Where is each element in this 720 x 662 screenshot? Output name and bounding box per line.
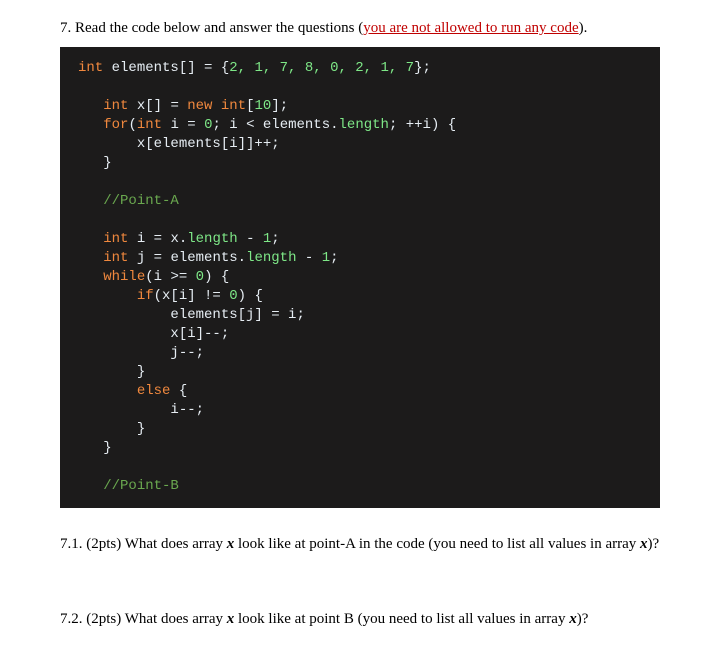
code-prop: length — [339, 117, 389, 133]
code-text: { — [170, 383, 187, 399]
code-text: ; — [271, 231, 279, 247]
code-text: x[i]--; — [170, 326, 229, 342]
code-text: ; i < elements. — [212, 117, 338, 133]
code-num: 0 — [196, 269, 204, 285]
q72-var2: x — [569, 611, 577, 627]
code-text — [212, 98, 220, 114]
q71-suffix: look like at point-A in the code (you ne… — [234, 536, 640, 552]
code-kw: new — [187, 98, 212, 114]
q72-prefix: 7.2. (2pts) What does array — [60, 611, 227, 627]
code-text: ) { — [238, 288, 263, 304]
code-kw: else — [137, 383, 171, 399]
code-text: } — [103, 155, 111, 171]
code-num: 0 — [229, 288, 237, 304]
q71-var2: x — [640, 536, 648, 552]
intro-nocode: you are not allowed to run any code — [363, 20, 578, 36]
code-text: } — [103, 440, 111, 456]
q72-end: )? — [577, 611, 589, 627]
code-num: 10 — [255, 98, 272, 114]
code-kw: int — [103, 98, 128, 114]
code-text: (i >= — [145, 269, 195, 285]
q71-end: )? — [648, 536, 660, 552]
code-text: elements[j] = i; — [170, 307, 304, 323]
code-comment: //Point-B — [103, 478, 179, 494]
q72-suffix: look like at point B (you need to list a… — [234, 611, 569, 627]
question-7-1: 7.1. (2pts) What does array x look like … — [60, 536, 660, 553]
code-num: 2, 1, 7, 8, 0, 2, 1, 7 — [229, 60, 414, 76]
code-kw: int — [103, 250, 128, 266]
q71-prefix: 7.1. (2pts) What does array — [60, 536, 227, 552]
question-intro: 7. Read the code below and answer the qu… — [60, 20, 660, 37]
code-text: i = — [162, 117, 204, 133]
code-text: - — [238, 231, 263, 247]
code-text: ; ++i) { — [389, 117, 456, 133]
code-block: int elements[] = {2, 1, 7, 8, 0, 2, 1, 7… — [60, 47, 660, 508]
code-kw: int — [137, 117, 162, 133]
code-text: ; — [330, 250, 338, 266]
code-text: } — [137, 364, 145, 380]
code-text: ]; — [271, 98, 288, 114]
code-comment: //Point-A — [103, 193, 179, 209]
code-kw: if — [137, 288, 154, 304]
code-prop: length — [187, 231, 237, 247]
code-text: x[elements[i]]++; — [137, 136, 280, 152]
code-text: (x[i] != — [154, 288, 230, 304]
code-num: 1 — [322, 250, 330, 266]
code-kw: while — [103, 269, 145, 285]
code-kw: int — [78, 60, 103, 76]
code-text: i = x. — [128, 231, 187, 247]
code-kw: int — [103, 231, 128, 247]
code-text: i--; — [170, 402, 204, 418]
code-text: ( — [128, 117, 136, 133]
code-text: }; — [414, 60, 431, 76]
code-kw: for — [103, 117, 128, 133]
code-text: x[] = — [128, 98, 187, 114]
code-text: j = elements. — [128, 250, 246, 266]
intro-suffix: ). — [579, 20, 588, 36]
intro-prefix: 7. Read the code below and answer the qu… — [60, 20, 363, 36]
question-7-2: 7.2. (2pts) What does array x look like … — [60, 611, 660, 628]
code-text: [ — [246, 98, 254, 114]
code-text: } — [137, 421, 145, 437]
code-kw: int — [221, 98, 246, 114]
code-text: j--; — [170, 345, 204, 361]
code-text: ) { — [204, 269, 229, 285]
code-text: elements[] = { — [103, 60, 229, 76]
code-prop: length — [246, 250, 296, 266]
code-text: - — [296, 250, 321, 266]
